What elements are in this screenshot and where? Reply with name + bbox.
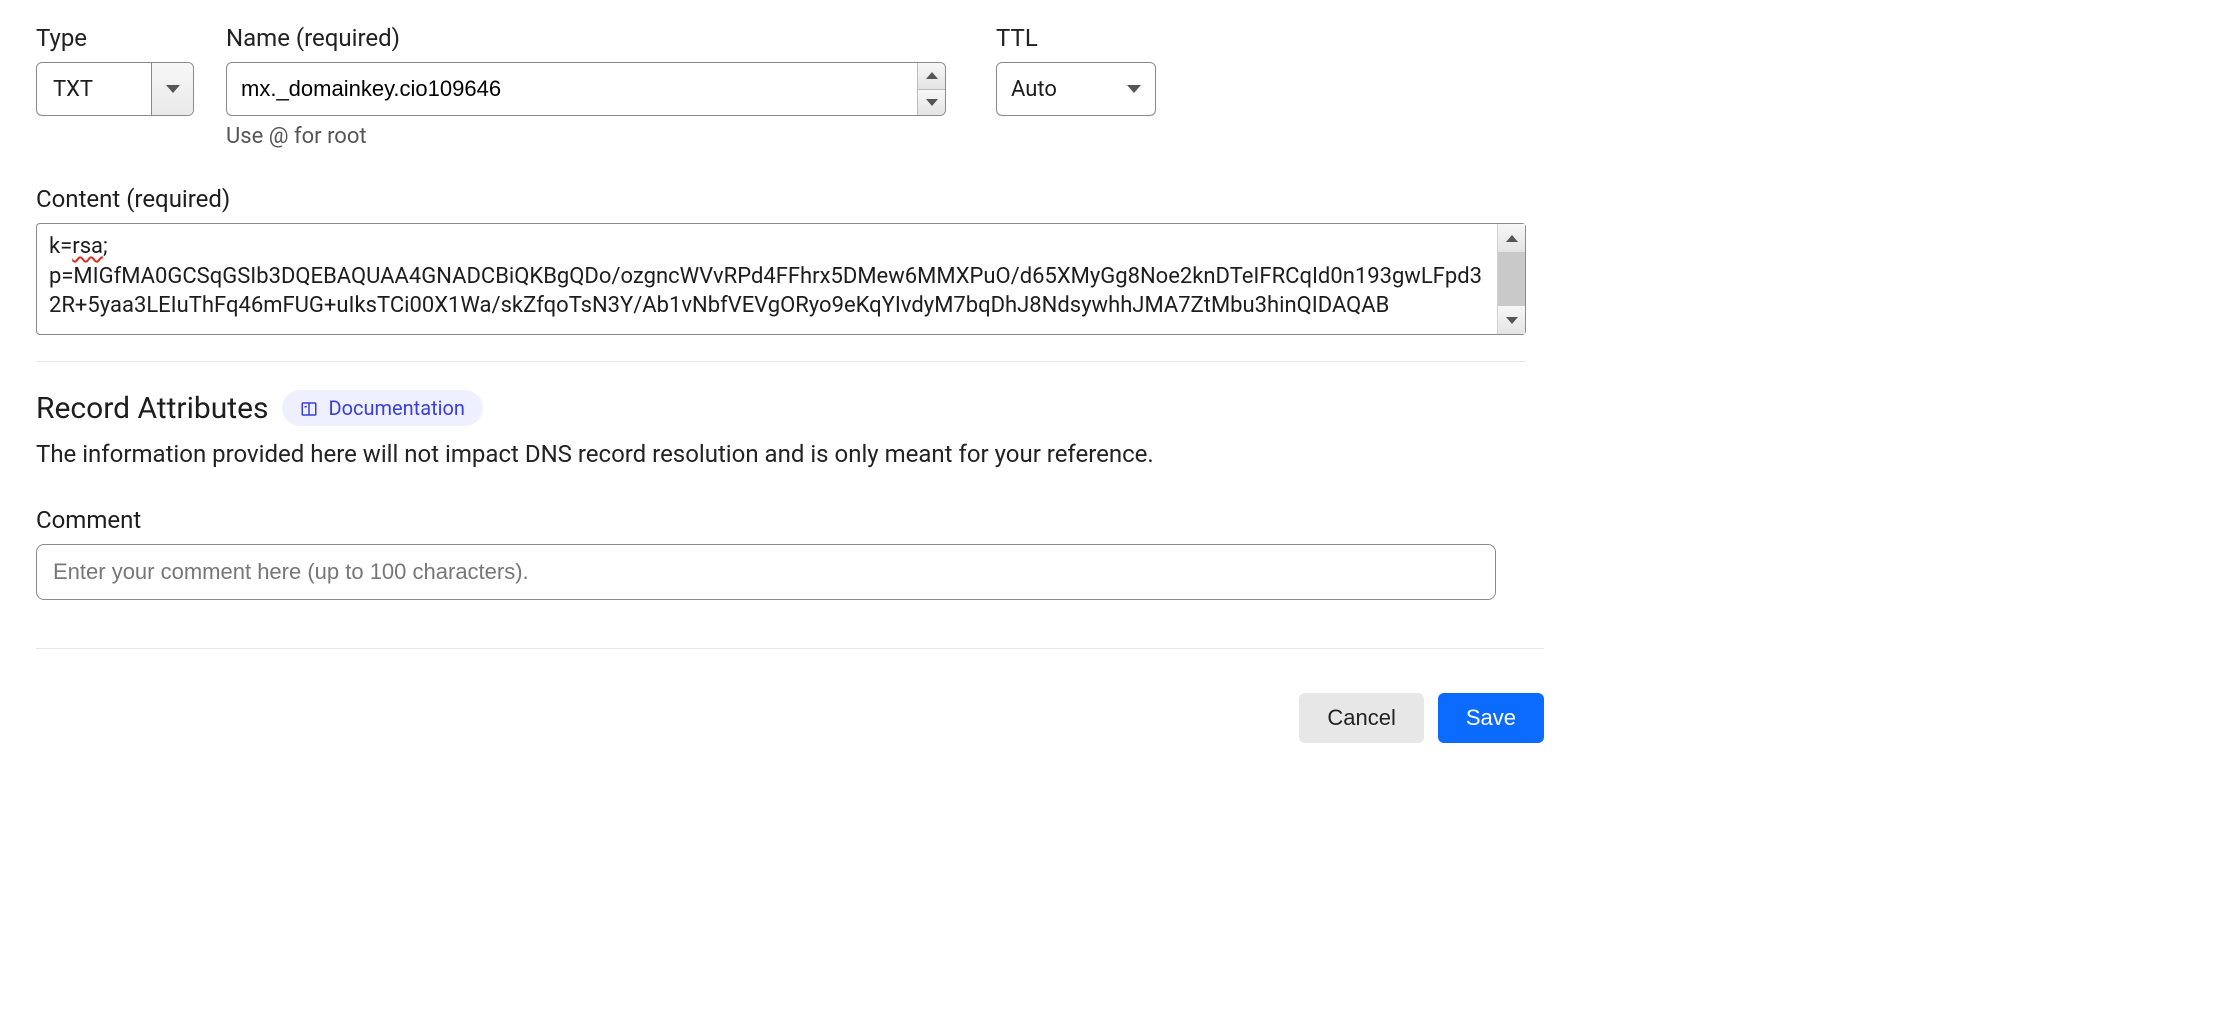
chevron-down-icon <box>1506 317 1518 324</box>
content-textarea-wrap: k=rsa; p=MIGfMA0GCSqGSIb3DQEBAQUAA4GNADC… <box>36 223 1526 335</box>
chevron-down-icon <box>166 85 180 93</box>
ttl-label: TTL <box>996 24 1156 52</box>
name-step-down[interactable] <box>918 90 945 116</box>
ttl-value: Auto <box>1011 77 1057 102</box>
name-hint: Use @ for root <box>226 124 946 149</box>
type-dropdown-button[interactable] <box>151 63 193 115</box>
content-textarea[interactable]: k=rsa; p=MIGfMA0GCSqGSIb3DQEBAQUAA4GNADC… <box>37 224 1497 334</box>
name-label: Name (required) <box>226 24 946 52</box>
type-select[interactable]: TXT <box>36 62 194 116</box>
type-value: TXT <box>37 63 151 115</box>
content-label: Content (required) <box>36 185 2214 213</box>
book-icon <box>300 399 318 417</box>
name-step-up[interactable] <box>918 63 945 90</box>
comment-label: Comment <box>36 506 2214 534</box>
chevron-down-icon <box>1127 85 1141 93</box>
scroll-thumb[interactable] <box>1498 252 1525 306</box>
chevron-up-icon <box>1506 235 1518 242</box>
type-label: Type <box>36 24 194 52</box>
scroll-up-button[interactable] <box>1498 224 1525 252</box>
section-divider <box>36 361 1526 362</box>
name-input[interactable] <box>227 63 917 115</box>
ttl-select[interactable]: Auto <box>996 62 1156 116</box>
documentation-link-text: Documentation <box>328 396 465 420</box>
chevron-up-icon <box>926 72 938 79</box>
record-attributes-title: Record Attributes <box>36 391 268 426</box>
name-input-wrap <box>226 62 946 116</box>
documentation-link[interactable]: Documentation <box>282 390 483 426</box>
chevron-down-icon <box>926 99 938 106</box>
content-scrollbar[interactable] <box>1497 224 1525 334</box>
scroll-down-button[interactable] <box>1498 306 1525 334</box>
save-button[interactable]: Save <box>1438 693 1544 743</box>
record-attributes-desc: The information provided here will not i… <box>36 440 2214 468</box>
cancel-button[interactable]: Cancel <box>1299 693 1423 743</box>
comment-input[interactable] <box>36 544 1496 600</box>
